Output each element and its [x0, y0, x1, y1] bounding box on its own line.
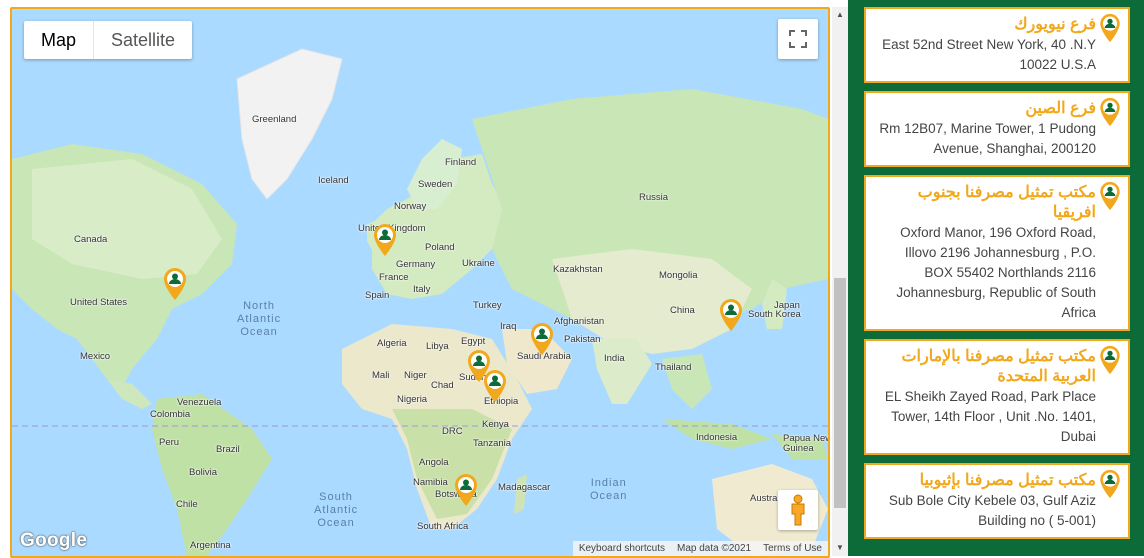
fullscreen-icon	[789, 30, 807, 48]
street-view-button[interactable]	[778, 490, 818, 530]
branch-address: East 52nd Street New York, 40 .N.Y 10022…	[882, 37, 1096, 72]
branches-panel: ▲ ▼ فرع نيويورك East 52nd Street New Yor…	[832, 0, 1144, 556]
google-logo: Google	[20, 530, 88, 551]
branch-card-south-africa[interactable]: مكتب تمثيل مصرفنا بجنوب افريقيا Oxford M…	[864, 175, 1130, 331]
pegman-icon	[791, 494, 805, 526]
branch-location-icon	[1100, 13, 1120, 43]
map-container[interactable]: Greenland Iceland Finland Sweden Norway …	[10, 7, 830, 558]
marker-new-york[interactable]	[162, 267, 188, 301]
scroll-up-arrow-icon[interactable]: ▲	[835, 10, 845, 20]
branch-address: Rm 12B07, Marine Tower, 1 Pudong Avenue,…	[879, 121, 1096, 156]
branch-title: فرع نيويورك	[1014, 16, 1096, 33]
branch-list: فرع نيويورك East 52nd Street New York, 4…	[864, 0, 1130, 547]
branch-location-icon	[1100, 181, 1120, 211]
branch-title: مكتب تمثيل مصرفنا بالإمارات العربية المت…	[901, 348, 1096, 385]
marker-dubai[interactable]	[529, 322, 555, 356]
panel-scrollbar[interactable]: ▲ ▼	[832, 7, 848, 556]
branch-title: مكتب تمثيل مصرفنا بجنوب افريقيا	[917, 184, 1096, 221]
branch-title: مكتب تمثيل مصرفنا بإثيوبيا	[919, 472, 1096, 489]
branch-location-icon	[1100, 345, 1120, 375]
branch-location-icon	[1100, 97, 1120, 127]
scrollbar-thumb[interactable]	[834, 278, 846, 508]
map-attribution: Keyboard shortcuts Map data ©2021 Terms …	[572, 541, 828, 556]
marker-london[interactable]	[372, 223, 398, 257]
map-type-satellite-button[interactable]: Satellite	[94, 21, 192, 59]
terms-of-use-link[interactable]: Terms of Use	[757, 541, 828, 556]
marker-ethiopia[interactable]	[482, 369, 508, 403]
scroll-down-arrow-icon[interactable]: ▼	[835, 543, 845, 553]
keyboard-shortcuts-link[interactable]: Keyboard shortcuts	[573, 541, 671, 556]
branch-card-china[interactable]: فرع الصين Rm 12B07, Marine Tower, 1 Pudo…	[864, 91, 1130, 167]
world-map[interactable]	[12, 9, 828, 556]
marker-johannesburg[interactable]	[453, 473, 479, 507]
fullscreen-button[interactable]	[778, 19, 818, 59]
map-data-text: Map data ©2021	[677, 543, 752, 554]
branch-address: EL Sheikh Zayed Road, Park Place Tower, …	[884, 389, 1096, 444]
map-type-map-button[interactable]: Map	[24, 21, 95, 59]
branch-title: فرع الصين	[1025, 100, 1096, 117]
branch-card-ethiopia[interactable]: مكتب تمثيل مصرفنا بإثيوبيا Sub Bole City…	[864, 463, 1130, 539]
map-type-control: Map Satellite	[24, 21, 193, 59]
branch-address: Oxford Manor, 196 Oxford Road, Illovo 21…	[896, 225, 1096, 320]
branch-location-icon	[1100, 469, 1120, 499]
marker-shanghai[interactable]	[718, 298, 744, 332]
branch-card-uae[interactable]: مكتب تمثيل مصرفنا بالإمارات العربية المت…	[864, 339, 1130, 455]
branch-address: Sub Bole City Kebele 03, Gulf Aziz Build…	[888, 493, 1096, 528]
branch-card-new-york[interactable]: فرع نيويورك East 52nd Street New York, 4…	[864, 7, 1130, 83]
